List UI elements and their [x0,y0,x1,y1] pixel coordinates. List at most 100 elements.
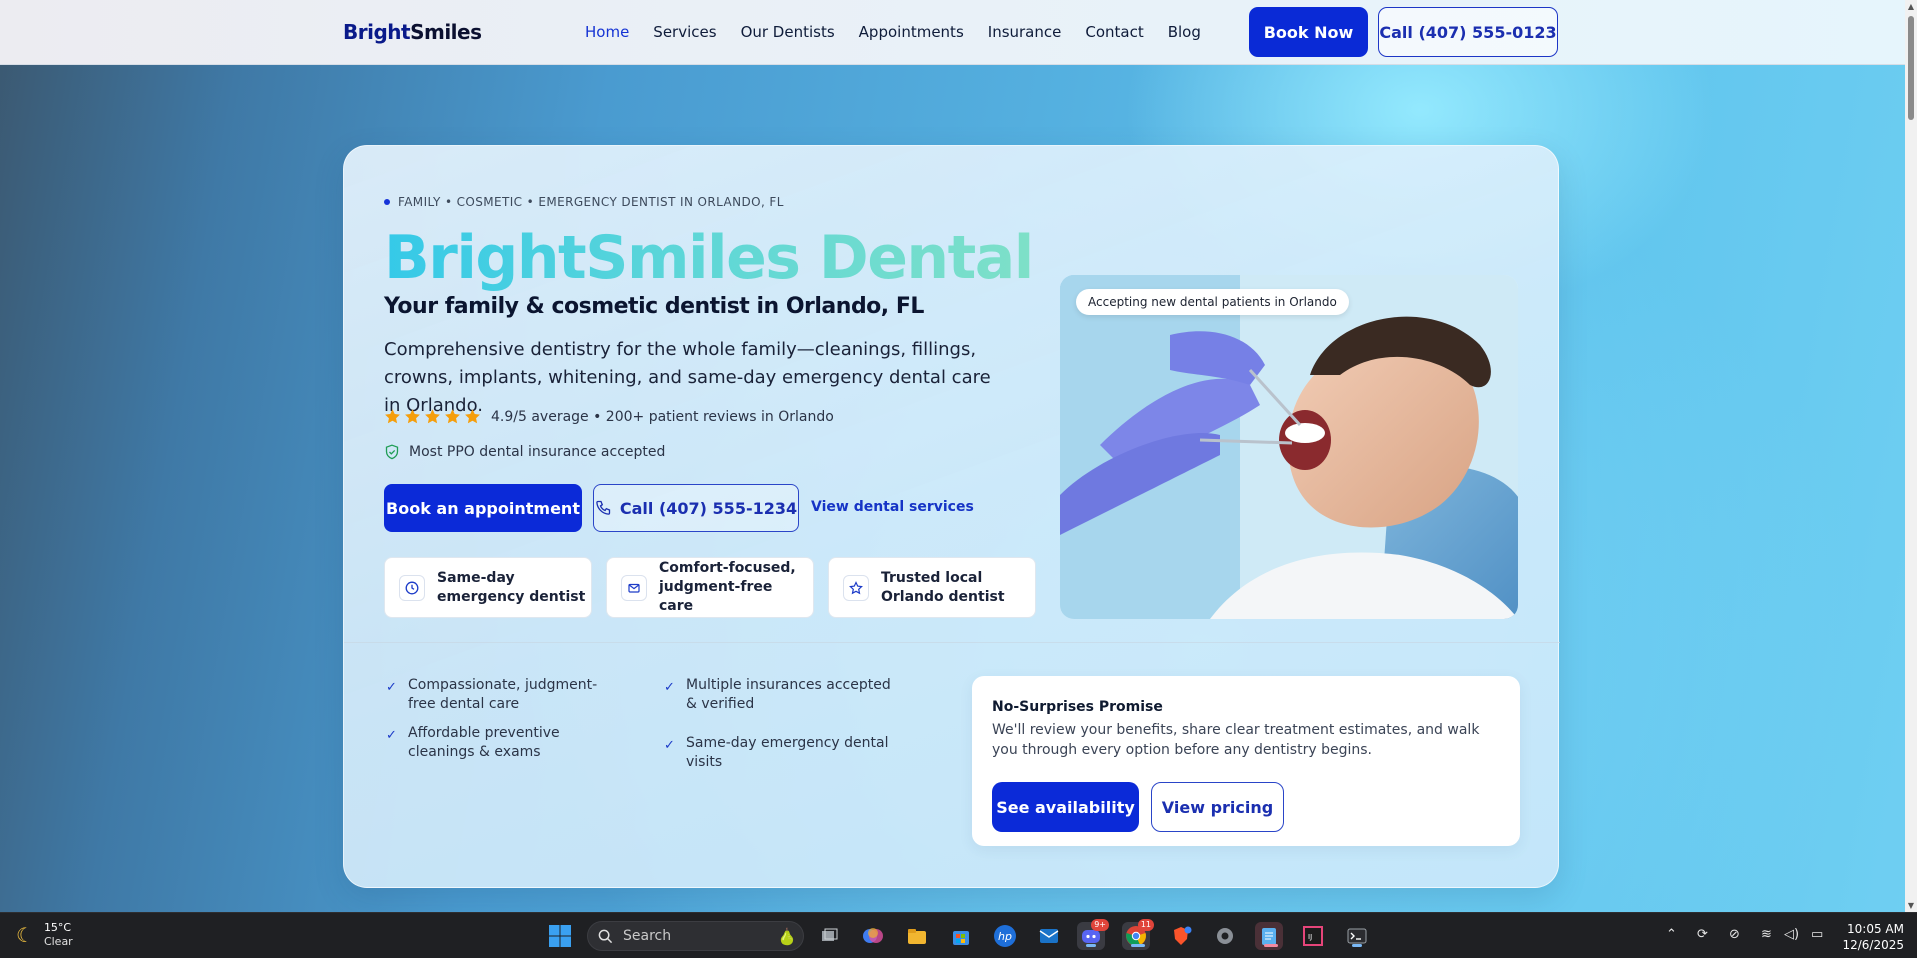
nav-contact[interactable]: Contact [1085,23,1143,41]
call-header-button[interactable]: Call (407) 555-0123 [1378,7,1558,57]
dental-exam-illustration [1060,275,1518,619]
nav-services[interactable]: Services [653,23,716,41]
search-placeholder: Search [623,928,672,944]
checklist-item: ✓ Same-day emergency dental visits [664,734,924,772]
chrome-badge: 11 [1137,919,1154,931]
checklist-text: Multiple insurances accepted & verified [686,677,891,712]
star-icon [843,574,869,601]
promise-title: No-Surprises Promise [992,699,1163,715]
scrollbar-thumb[interactable] [1908,16,1914,120]
outlook-icon[interactable] [1035,922,1063,950]
running-indicator [1352,944,1362,947]
mail-icon [621,574,647,601]
network-off-icon[interactable]: ⊘ [1729,927,1740,942]
pear-highlight-icon: 🍐 [777,926,797,946]
view-services-link[interactable]: View dental services [811,499,974,515]
moon-icon: ☾ [16,923,34,947]
search-icon [598,929,613,943]
see-availability-button[interactable]: See availability [992,782,1139,832]
clock-time: 10:05 AM [1847,922,1904,936]
star-filled-icon [465,409,480,424]
discord-badge: 9+ [1091,919,1109,931]
checkmark-icon: ✓ [664,738,675,753]
scroll-down-arrow-icon[interactable]: ▼ [1907,901,1915,910]
bullet-dot-icon [384,199,390,205]
photo-badge: Accepting new dental patients in Orlando [1076,289,1349,315]
feature-card-comfort: Comfort-focused, judgment-free care [606,557,814,618]
hero-title: BrightSmiles Dental [384,223,1034,293]
feature-label: Comfort-focused, judgment-free care [659,560,796,614]
terminal-icon[interactable] [1343,922,1371,950]
checklist-item: ✓ Compassionate, judgment-free dental ca… [386,676,616,714]
call-hero-label: Call (407) 555-1234 [619,498,798,518]
checklist-text: Affordable preventive cleanings & exams [408,725,560,760]
wifi-icon[interactable]: ≋ [1761,927,1772,942]
shield-check-icon [385,444,399,460]
nav-home[interactable]: Home [585,23,629,41]
book-now-button[interactable]: Book Now [1249,7,1368,57]
microsoft-store-icon[interactable] [947,922,975,950]
checklist-item: ✓ Multiple insurances accepted & verifie… [664,676,904,714]
main-nav: Home Services Our Dentists Appointments … [585,23,1225,41]
running-indicator [1264,944,1278,947]
nav-blog[interactable]: Blog [1168,23,1201,41]
system-clock[interactable]: 10:05 AM 12/6/2025 [1836,921,1904,953]
nav-insurance[interactable]: Insurance [988,23,1062,41]
running-indicator [1131,944,1145,947]
checklist-item: ✓ Affordable preventive cleanings & exam… [386,724,616,762]
chrome-icon[interactable]: 11 [1122,919,1154,950]
brand-logo[interactable]: BrightSmiles [343,20,482,44]
file-explorer-icon[interactable] [903,922,931,950]
battery-icon[interactable]: ▭ [1811,927,1823,942]
page-background: BrightSmiles Home Services Our Dentists … [0,0,1917,912]
sync-icon[interactable]: ⟳ [1697,927,1708,942]
weather-desc: Clear [43,935,73,948]
checkmark-icon: ✓ [386,680,397,695]
checklist-text: Compassionate, judgment-free dental care [408,677,598,712]
intellij-icon[interactable]: IJ [1299,922,1327,950]
checkmark-icon: ✓ [386,728,397,743]
copilot-icon[interactable] [859,922,887,950]
call-hero-button[interactable]: Call (407) 555-1234 [593,484,799,532]
clock-icon [399,574,425,601]
view-pricing-button[interactable]: View pricing [1151,782,1284,832]
star-filled-icon [405,409,420,424]
start-windows-icon[interactable] [546,922,574,950]
running-indicator [1086,944,1096,947]
scroll-up-arrow-icon[interactable]: ▲ [1907,2,1915,11]
taskbar-search[interactable]: Search 🍐 [587,921,804,951]
star-filled-icon [425,409,440,424]
promise-card: No-Surprises Promise We'll review your b… [972,676,1520,846]
promise-body: We'll review your benefits, share clear … [992,722,1480,758]
settings-gear-icon[interactable] [1211,922,1239,950]
weather-widget[interactable]: ☾ 15°C Clear [16,921,73,949]
page-scrollbar[interactable]: ▲ ▼ [1905,0,1917,912]
insurance-text: Most PPO dental insurance accepted [409,444,666,460]
hero-subtitle: Your family & cosmetic dentist in Orland… [384,294,924,319]
task-view-icon[interactable] [815,922,843,950]
feature-card-trusted: Trusted local Orlando dentist [828,557,1036,618]
discord-icon[interactable]: 9+ [1077,919,1109,950]
weather-temp: 15°C [43,921,72,934]
svg-text:IJ: IJ [1308,933,1312,941]
feature-label: Trusted local Orlando dentist [881,569,1005,605]
hp-icon[interactable]: hp [991,922,1019,950]
brand-name-part1: Bright [343,20,411,44]
feature-card-emergency: Same-day emergency dentist [384,557,592,618]
svg-text:hp: hp [998,930,1012,943]
hero-card: FAMILY • COSMETIC • EMERGENCY DENTIST IN… [343,145,1560,888]
dental-patient-photo: Accepting new dental patients in Orlando [1060,275,1518,619]
nav-appointments[interactable]: Appointments [859,23,964,41]
clock-date: 12/6/2025 [1842,938,1904,952]
volume-icon[interactable]: ◁) [1784,927,1799,942]
notepad-icon[interactable] [1255,922,1283,950]
book-appointment-button[interactable]: Book an appointment [384,484,582,532]
tray-chevron-up-icon[interactable]: ⌃ [1666,927,1677,942]
nav-our-dentists[interactable]: Our Dentists [741,23,835,41]
brand-name-part2: Smiles [410,20,482,44]
rating-row: 4.9/5 average • 200+ patient reviews in … [384,408,834,425]
brave-icon[interactable] [1167,922,1195,950]
checkmark-icon: ✓ [664,680,675,695]
rating-stars [384,408,481,425]
eyebrow-text: FAMILY • COSMETIC • EMERGENCY DENTIST IN… [398,195,784,209]
